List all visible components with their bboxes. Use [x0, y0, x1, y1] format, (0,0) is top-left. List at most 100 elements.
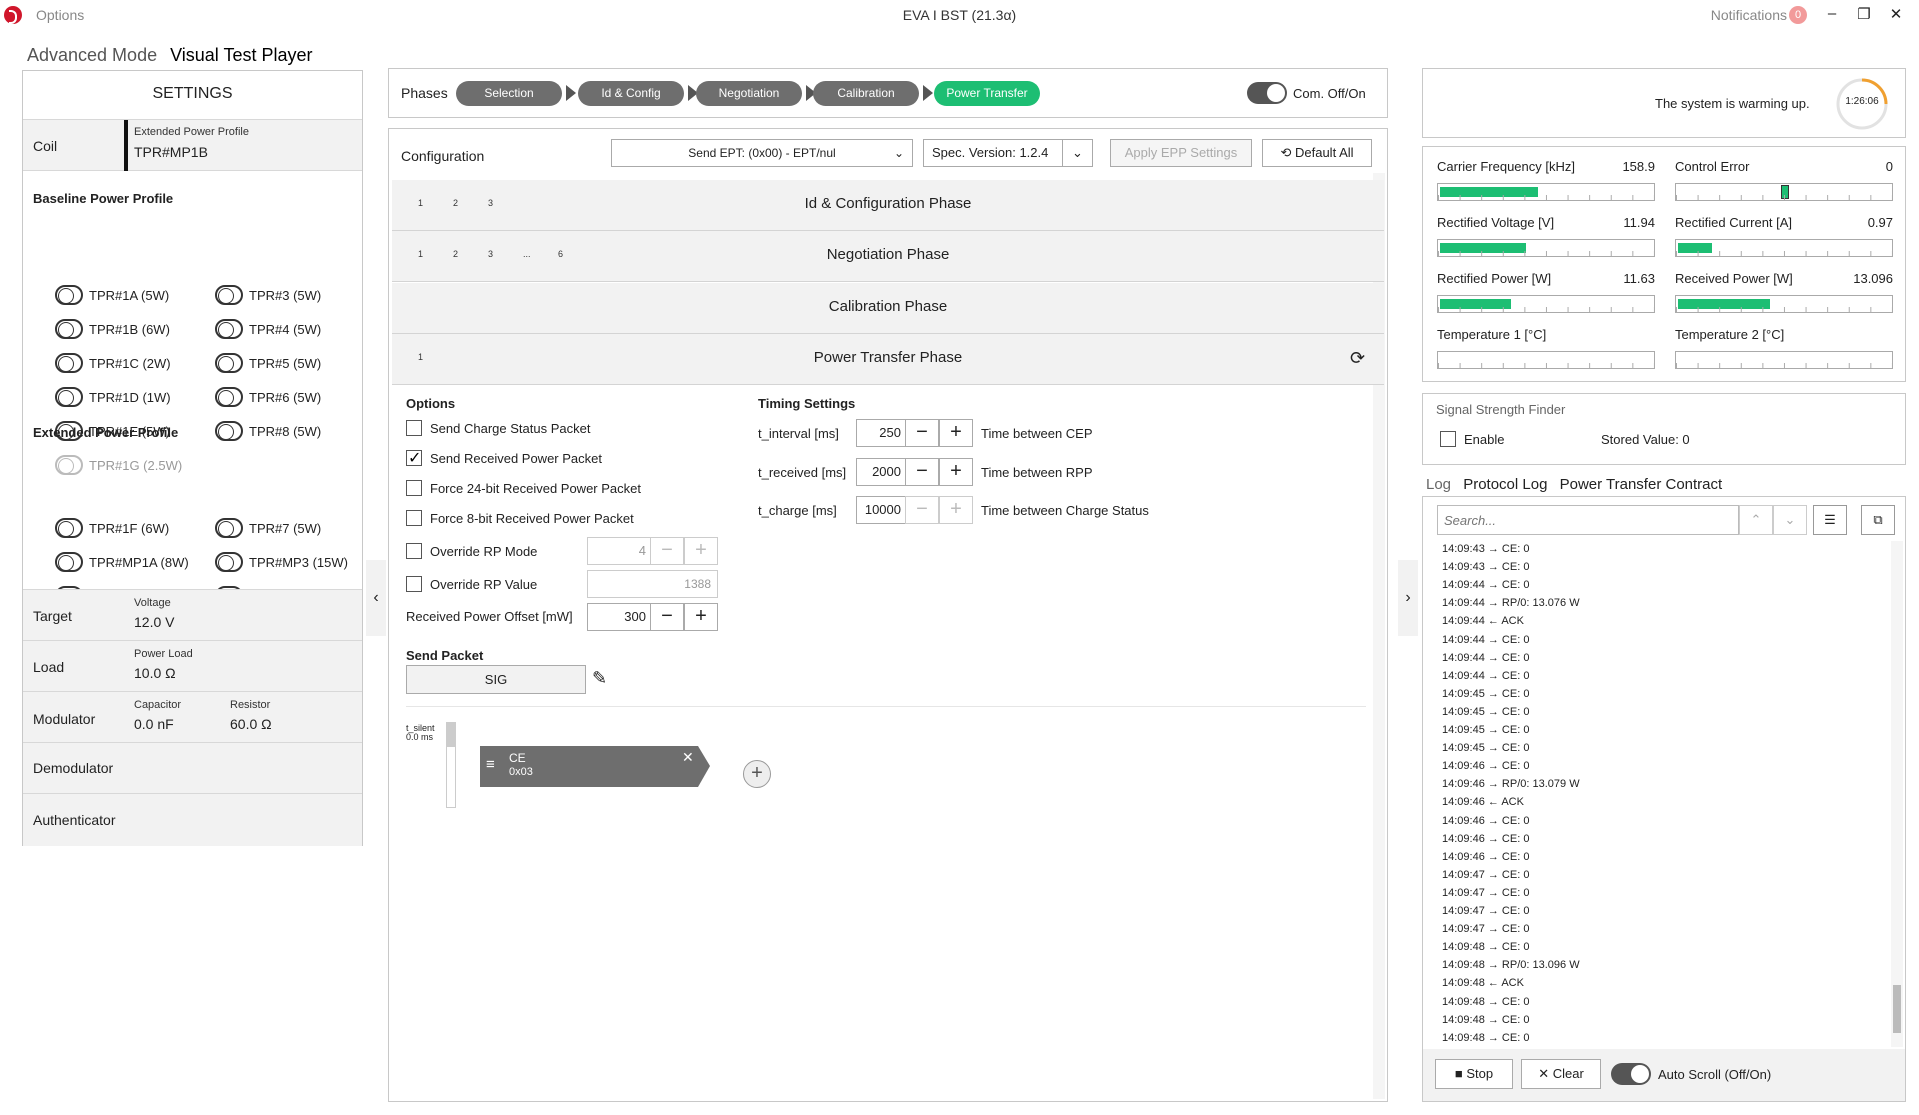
timing-field[interactable]: 10000: [856, 496, 908, 524]
profile-option[interactable]: TPR#1A (5W): [55, 285, 169, 305]
tab-protocol-log[interactable]: Protocol Log: [1463, 476, 1547, 493]
notifications-label[interactable]: Notifications: [1711, 7, 1787, 23]
profile-option[interactable]: TPR#5 (5W): [215, 353, 321, 373]
apply-epp-button[interactable]: Apply EPP Settings: [1110, 139, 1252, 167]
timeline-track[interactable]: [446, 722, 456, 808]
phase-step-number[interactable]: 1: [418, 249, 423, 259]
target-section[interactable]: Target Voltage 12.0 V: [23, 589, 362, 640]
meter-ticks: [1438, 195, 1654, 200]
demodulator-section[interactable]: Demodulator: [23, 742, 362, 793]
option-checkbox[interactable]: Send Charge Status Packet: [406, 420, 590, 436]
accordion-phase[interactable]: Negotiation Phase 1 2 3... 6: [392, 231, 1384, 282]
list-view-icon[interactable]: ☰: [1813, 505, 1847, 535]
profile-option[interactable]: TPR#1D (1W): [55, 387, 171, 407]
offset-minus[interactable]: −: [650, 603, 684, 631]
clear-button[interactable]: ✕ Clear: [1521, 1059, 1601, 1089]
authenticator-section[interactable]: Authenticator: [23, 793, 362, 846]
phase-step[interactable]: Id & Config: [578, 81, 684, 106]
load-section[interactable]: Load Power Load 10.0 Ω: [23, 640, 362, 691]
collapse-right-icon[interactable]: ›: [1398, 560, 1418, 636]
log-scrollbar[interactable]: [1891, 541, 1903, 1047]
phase-step-number[interactable]: 2: [453, 198, 458, 208]
profile-option[interactable]: TPR#4 (5W): [215, 319, 321, 339]
option-checkbox[interactable]: Override RP Mode: [406, 543, 537, 559]
profile-option[interactable]: TPR#MP3 (15W): [215, 552, 348, 572]
default-all-button[interactable]: ⟲ Default All: [1262, 139, 1372, 167]
phase-step-number[interactable]: 1: [418, 198, 423, 208]
tab-advanced-mode[interactable]: Advanced Mode: [27, 45, 157, 65]
rp-mode-field[interactable]: 4: [587, 537, 653, 565]
search-next-icon[interactable]: ⌄: [1773, 505, 1807, 535]
timing-plus[interactable]: +: [939, 496, 973, 524]
search-prev-icon[interactable]: ⌃: [1739, 505, 1773, 535]
accordion-phase[interactable]: Calibration Phase: [392, 283, 1384, 334]
timing-field[interactable]: 250: [856, 419, 908, 447]
hamburger-icon[interactable]: ≡: [486, 756, 495, 773]
phase-step-number[interactable]: 3: [488, 249, 493, 259]
refresh-icon[interactable]: ⟳: [1350, 348, 1365, 369]
accordion-phase[interactable]: Id & Configuration Phase 1 2 3: [392, 180, 1384, 231]
tab-visual-test-player[interactable]: Visual Test Player: [170, 45, 312, 65]
phase-step[interactable]: Negotiation: [696, 81, 802, 106]
timing-plus[interactable]: +: [939, 458, 973, 486]
meter-ticks: [1676, 363, 1892, 368]
meter-value: 0.97: [1867, 215, 1893, 230]
rp-mode-plus[interactable]: +: [684, 537, 718, 565]
ept-select[interactable]: Send EPT: (0x00) - EPT/nul ⌄: [611, 139, 913, 167]
timing-minus[interactable]: −: [905, 458, 939, 486]
profile-option[interactable]: TPR#1C (2W): [55, 353, 171, 373]
phase-step-number[interactable]: 1: [418, 352, 423, 362]
profile-option[interactable]: TPR#1B (6W): [55, 319, 170, 339]
rp-value-field[interactable]: 1388: [587, 570, 718, 598]
phase-step-number[interactable]: 2: [453, 249, 458, 259]
profile-option[interactable]: TPR#3 (5W): [215, 285, 321, 305]
option-checkbox[interactable]: Send Received Power Packet: [406, 448, 602, 468]
com-toggle[interactable]: [1247, 82, 1287, 104]
popout-icon[interactable]: ⧉: [1861, 505, 1895, 535]
phase-step[interactable]: Power Transfer: [934, 81, 1040, 106]
timing-minus[interactable]: −: [905, 419, 939, 447]
tab-log[interactable]: Log: [1426, 476, 1451, 493]
accordion-phase[interactable]: Power Transfer Phase 1: [392, 334, 1384, 385]
autoscroll-toggle[interactable]: [1611, 1063, 1651, 1085]
option-label: Override RP Mode: [430, 543, 538, 559]
phase-step-number[interactable]: 6: [558, 249, 563, 259]
phase-step-number[interactable]: 3: [488, 198, 493, 208]
minimize-icon[interactable]: –: [1821, 5, 1843, 22]
phase-step[interactable]: Calibration: [813, 81, 919, 106]
profile-option[interactable]: TPR#MP1A (8W): [55, 552, 189, 572]
close-icon[interactable]: ✕: [1885, 5, 1907, 23]
timing-minus[interactable]: −: [905, 496, 939, 524]
option-checkbox[interactable]: Force 24-bit Received Power Packet: [406, 480, 641, 496]
enable-checkbox[interactable]: Enable: [1440, 431, 1504, 447]
notifications-badge[interactable]: 0: [1789, 6, 1807, 24]
profile-option[interactable]: TPR#1G (2.5W): [55, 455, 182, 475]
profile-option[interactable]: TPR#6 (5W): [215, 387, 321, 407]
stop-button[interactable]: ■ Stop: [1435, 1059, 1513, 1089]
log-search-input[interactable]: [1437, 505, 1739, 535]
profile-option[interactable]: TPR#1F (6W): [55, 518, 169, 538]
timing-field[interactable]: 2000: [856, 458, 908, 486]
phase-step[interactable]: Selection: [456, 81, 562, 106]
edit-pencil-icon[interactable]: ✎: [592, 668, 607, 689]
profile-option[interactable]: TPR#7 (5W): [215, 518, 321, 538]
close-icon[interactable]: ✕: [682, 749, 694, 766]
sig-button[interactable]: SIG: [406, 665, 586, 694]
spec-version-select[interactable]: Spec. Version: 1.2.4 ⌄: [923, 139, 1093, 167]
rp-mode-minus[interactable]: −: [650, 537, 684, 565]
add-block-icon[interactable]: +: [743, 760, 771, 788]
profile-option[interactable]: TPR#8 (5W): [215, 421, 321, 441]
timing-plus[interactable]: +: [939, 419, 973, 447]
modulator-section[interactable]: Modulator Capacitor 0.0 nF Resistor 60.0…: [23, 691, 362, 742]
ce-block[interactable]: ≡ CE 0x03 ✕: [480, 746, 710, 787]
tab-power-transfer-contract[interactable]: Power Transfer Contract: [1560, 476, 1723, 493]
offset-field[interactable]: 300: [587, 603, 653, 631]
option-checkbox[interactable]: Override RP Value: [406, 576, 537, 592]
offset-plus[interactable]: +: [684, 603, 718, 631]
collapse-left-icon[interactable]: ‹: [366, 560, 386, 636]
phase-step-number[interactable]: ...: [523, 249, 531, 259]
option-checkbox[interactable]: Force 8-bit Received Power Packet: [406, 510, 634, 526]
log-entry: 14:09:47 → CE: 0: [1442, 905, 1530, 917]
restore-icon[interactable]: ❐: [1853, 5, 1875, 23]
coil-section[interactable]: Coil Extended Power Profile TPR#MP1B: [23, 119, 362, 171]
